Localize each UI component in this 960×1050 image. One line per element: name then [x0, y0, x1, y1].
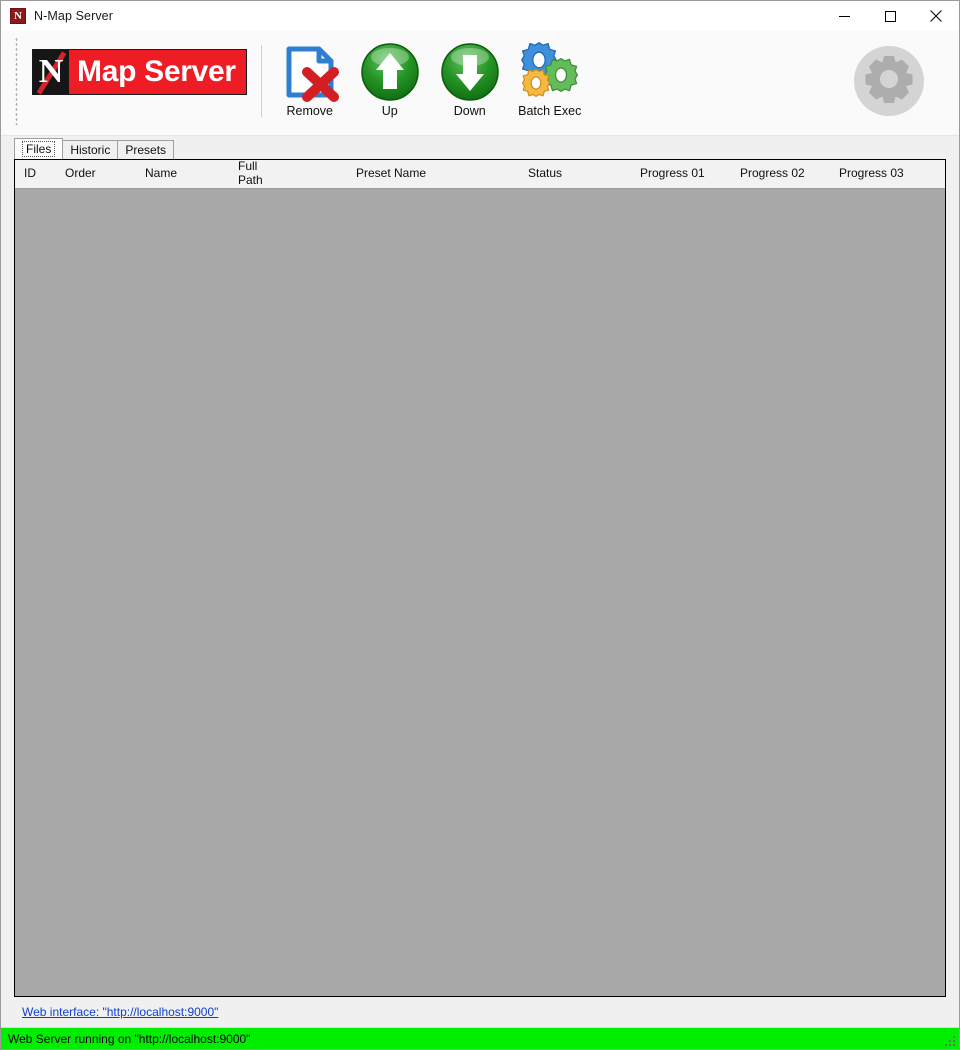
status-bar-text: Web Server running on "http://localhost:…	[8, 1031, 251, 1046]
column-header-progress-02[interactable]: Progress 02	[731, 160, 830, 188]
files-list-view[interactable]: ID Order Name Full Path Preset Name Stat…	[14, 159, 946, 997]
logo-text: Map Server	[69, 50, 246, 94]
minimize-button[interactable]	[821, 1, 867, 31]
down-button[interactable]: Down	[430, 31, 510, 118]
remove-file-icon	[279, 41, 341, 103]
arrow-down-icon	[439, 41, 501, 103]
toolbar-drag-handle[interactable]	[13, 37, 21, 125]
n-map-icon: N	[10, 8, 26, 24]
column-header-preset-name[interactable]: Preset Name	[347, 160, 519, 188]
column-header-full-path[interactable]: Full Path	[229, 160, 347, 188]
remove-button[interactable]: Remove	[270, 31, 350, 118]
app-icon-letter: N	[14, 9, 22, 22]
column-header-id[interactable]: ID	[15, 160, 56, 188]
maximize-button[interactable]	[867, 1, 913, 31]
column-header-progress-03[interactable]: Progress 03	[830, 160, 926, 188]
window-title: N-Map Server	[34, 9, 113, 23]
column-header-name[interactable]: Name	[136, 160, 229, 188]
toolbar-buttons: Remove Up Down Batch Exec	[270, 31, 590, 118]
window-controls	[821, 1, 959, 31]
column-header-progress-01[interactable]: Progress 01	[631, 160, 731, 188]
column-header-status[interactable]: Status	[519, 160, 631, 188]
column-header-order[interactable]: Order	[56, 160, 136, 188]
application-window: N N-Map Server N Map Server Remove Up Do…	[0, 0, 960, 1050]
gears-icon	[519, 41, 581, 103]
remove-button-label: Remove	[286, 104, 334, 118]
tab-strip: Files Historic Presets	[14, 138, 959, 159]
down-button-label: Down	[453, 104, 486, 118]
tab-historic[interactable]: Historic	[62, 140, 119, 159]
batch-exec-button-label: Batch Exec	[518, 104, 582, 118]
toolbar: N Map Server Remove Up Down Batch Exec	[1, 31, 959, 136]
up-button-label: Up	[381, 104, 398, 118]
toolbar-separator	[260, 45, 262, 117]
tab-files[interactable]: Files	[14, 138, 64, 159]
close-button[interactable]	[913, 1, 959, 31]
settings-button[interactable]	[850, 42, 928, 120]
logo-mark: N	[33, 50, 69, 95]
web-interface-row: Web interface: "http://localhost:9000"	[1, 997, 959, 1027]
resize-grip-icon[interactable]	[943, 1034, 957, 1048]
tab-presets[interactable]: Presets	[117, 140, 175, 159]
status-bar: Web Server running on "http://localhost:…	[1, 1027, 959, 1049]
tab-presets-label: Presets	[125, 143, 167, 157]
tab-files-label: Files	[22, 141, 56, 157]
arrow-up-icon	[359, 41, 421, 103]
web-interface-link[interactable]: Web interface: "http://localhost:9000"	[22, 1005, 218, 1019]
batch-exec-button[interactable]: Batch Exec	[510, 31, 590, 118]
app-logo: N Map Server	[32, 49, 247, 95]
title-bar: N N-Map Server	[1, 1, 959, 31]
tab-historic-label: Historic	[70, 143, 111, 157]
logo-letter: N	[38, 53, 64, 90]
list-header-row: ID Order Name Full Path Preset Name Stat…	[15, 160, 945, 189]
list-body-empty[interactable]	[15, 189, 945, 996]
up-button[interactable]: Up	[350, 31, 430, 118]
